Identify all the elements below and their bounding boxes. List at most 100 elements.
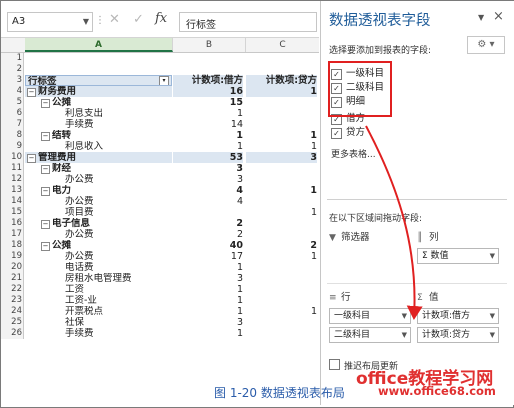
credit-count-cell[interactable] [246, 229, 317, 240]
row-number[interactable]: 11 [1, 163, 24, 174]
row-number[interactable]: 5 [1, 97, 24, 108]
debit-count-cell[interactable]: 2 [173, 218, 243, 229]
table-row[interactable]: 25 社保 3 [1, 317, 319, 328]
debit-count-cell[interactable]: 2 [173, 229, 243, 240]
collapse-icon[interactable]: − [41, 99, 50, 108]
row-number[interactable]: 2 [1, 64, 24, 75]
debit-count-cell[interactable]: 4 [173, 185, 243, 196]
debit-count-cell[interactable] [173, 64, 243, 75]
field-item[interactable]: ✓ 贷方 [331, 126, 365, 140]
table-row[interactable]: 13− 电力 4 1 [1, 185, 319, 196]
table-row[interactable]: 10− 管理费用 53 3 [1, 152, 319, 163]
debit-count-cell[interactable] [173, 207, 243, 218]
column-header-b[interactable]: B [173, 38, 246, 52]
row-number[interactable]: 14 [1, 196, 24, 207]
columns-zone[interactable]: ║ 列 Σ 数值 ▼ [417, 231, 499, 264]
row-label-cell[interactable]: − 电子信息 [25, 218, 172, 229]
row-label-cell[interactable]: − 公摊 [25, 97, 172, 108]
chevron-down-icon[interactable]: ▼ [402, 328, 407, 342]
checkbox-icon[interactable] [329, 359, 340, 370]
row-number[interactable]: 18 [1, 240, 24, 251]
chevron-down-icon[interactable]: ▼ [402, 309, 407, 323]
table-row[interactable]: 20 电话费 1 [1, 262, 319, 273]
row-number[interactable]: 15 [1, 207, 24, 218]
row-label-cell[interactable]: 办公费 [25, 251, 172, 262]
credit-count-cell[interactable] [246, 97, 317, 108]
debit-count-cell[interactable]: 1 [173, 284, 243, 295]
debit-count-cell[interactable]: 16 [173, 86, 243, 97]
checkbox-icon[interactable]: ✓ [331, 128, 342, 139]
credit-count-cell[interactable]: 1 [246, 141, 317, 152]
table-row[interactable]: 5− 公摊 15 [1, 97, 319, 108]
debit-count-cell[interactable]: 14 [173, 119, 243, 130]
gear-icon[interactable]: ⚙ ▾ [467, 36, 505, 54]
table-row[interactable]: 26 手续费 1 [1, 328, 319, 339]
values-field-pill[interactable]: 计数项:贷方 ▼ [417, 327, 499, 343]
debit-count-cell[interactable]: 3 [173, 317, 243, 328]
row-label-cell[interactable]: 利息收入 [25, 141, 172, 152]
chevron-down-icon[interactable]: ▼ [490, 249, 495, 263]
table-row[interactable]: 14 办公费 4 [1, 196, 319, 207]
collapse-icon[interactable]: − [41, 132, 50, 141]
collapse-icon[interactable]: − [27, 88, 36, 97]
credit-count-cell[interactable]: 3 [246, 152, 317, 163]
row-label-cell[interactable] [25, 53, 172, 64]
enter-icon[interactable]: ✓ [133, 12, 144, 27]
debit-count-cell[interactable]: 1 [173, 130, 243, 141]
row-number[interactable]: 19 [1, 251, 24, 262]
credit-count-cell[interactable] [246, 328, 317, 339]
row-number[interactable]: 12 [1, 174, 24, 185]
debit-count-cell[interactable]: 53 [173, 152, 243, 163]
table-row[interactable]: 6 利息支出 1 [1, 108, 319, 119]
credit-count-cell[interactable] [246, 64, 317, 75]
row-label-cell[interactable]: 办公费 [25, 174, 172, 185]
row-number[interactable]: 22 [1, 284, 24, 295]
row-label-cell[interactable]: 工资-业 [25, 295, 172, 306]
table-row[interactable]: 21 房租水电管理费 3 [1, 273, 319, 284]
row-number[interactable]: 21 [1, 273, 24, 284]
table-row[interactable]: 9 利息收入 1 1 [1, 141, 319, 152]
cancel-icon[interactable]: ✕ [109, 12, 120, 27]
row-number[interactable]: 7 [1, 119, 24, 130]
table-row[interactable]: 19 办公费 17 1 [1, 251, 319, 262]
credit-count-cell[interactable] [246, 284, 317, 295]
credit-count-cell[interactable]: 2 [246, 240, 317, 251]
row-number[interactable]: 26 [1, 328, 24, 339]
collapse-icon[interactable]: − [41, 220, 50, 229]
rows-zone[interactable]: ≡ 行 一级科目 ▼ 二级科目 ▼ [329, 291, 411, 343]
row-number[interactable]: 3 [1, 75, 24, 86]
collapse-icon[interactable]: − [41, 165, 50, 174]
table-row[interactable]: 7 手续费 14 [1, 119, 319, 130]
row-number[interactable]: 25 [1, 317, 24, 328]
credit-count-cell[interactable]: 1 [246, 86, 317, 97]
credit-count-cell[interactable] [246, 273, 317, 284]
table-row[interactable]: 18− 公摊 40 2 [1, 240, 319, 251]
panel-options-dropdown-icon[interactable]: ▼ [478, 13, 484, 22]
credit-count-cell[interactable] [246, 174, 317, 185]
row-label-cell[interactable]: 房租水电管理费 [25, 273, 172, 284]
credit-count-cell[interactable] [246, 53, 317, 64]
row-label-cell[interactable]: 项目费 [25, 207, 172, 218]
row-label-cell[interactable]: 利息支出 [25, 108, 172, 119]
credit-count-cell[interactable]: 1 [246, 207, 317, 218]
close-icon[interactable]: × [493, 9, 504, 24]
worksheet-grid[interactable]: A B C 1 2 3 行标签 ▾ 计数项:借方 计数项:贷方 4− 财务费用 16 1 5− 公摊 15… [1, 38, 319, 378]
credit-count-cell[interactable]: 1 [246, 251, 317, 262]
row-number[interactable]: 9 [1, 141, 24, 152]
debit-count-cell[interactable]: 40 [173, 240, 243, 251]
credit-count-cell[interactable] [246, 218, 317, 229]
row-number[interactable]: 1 [1, 53, 24, 64]
table-row[interactable]: 1 [1, 53, 319, 64]
table-row[interactable]: 4− 财务费用 16 1 [1, 86, 319, 97]
columns-field-pill[interactable]: Σ 数值 ▼ [417, 248, 499, 264]
collapse-icon[interactable]: − [41, 187, 50, 196]
row-label-cell[interactable]: − 结转 [25, 130, 172, 141]
row-number[interactable]: 24 [1, 306, 24, 317]
table-row[interactable]: 22 工资 1 [1, 284, 319, 295]
credit-count-cell[interactable]: 1 [246, 130, 317, 141]
select-all-corner[interactable] [1, 38, 26, 52]
credit-count-cell[interactable] [246, 163, 317, 174]
table-row[interactable]: 8− 结转 1 1 [1, 130, 319, 141]
table-row[interactable]: 16− 电子信息 2 [1, 218, 319, 229]
row-label-cell[interactable]: 手续费 [25, 119, 172, 130]
